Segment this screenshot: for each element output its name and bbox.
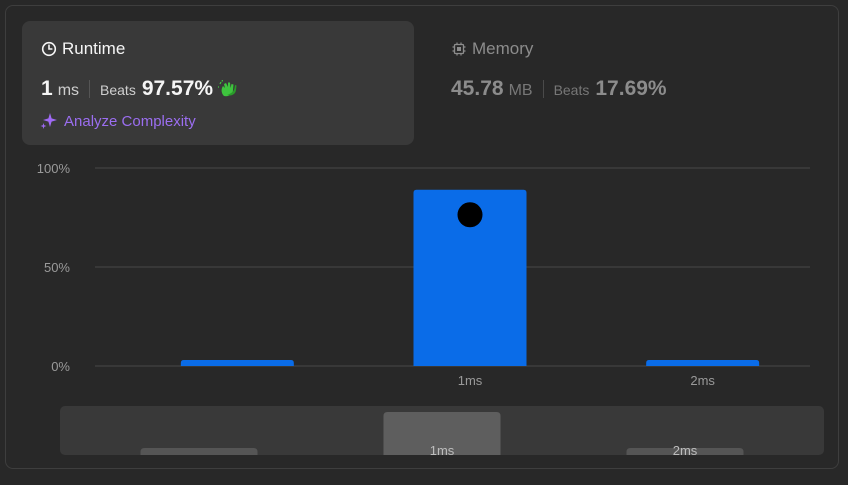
- overview-label: 2ms: [673, 443, 698, 458]
- chart-bar-2ms[interactable]: [646, 360, 760, 366]
- your-submission-marker: [455, 200, 485, 230]
- runtime-distribution-chart: 0% 50% 100% 1ms 2ms 1ms 2ms: [37, 161, 824, 460]
- y-tick-label: 0%: [51, 359, 70, 374]
- chart-bar[interactable]: [180, 360, 294, 366]
- x-tick-label: 2ms: [690, 373, 715, 388]
- overview-label: 1ms: [430, 443, 455, 458]
- overview-bar[interactable]: [140, 448, 258, 460]
- y-tick-label: 100%: [37, 161, 71, 176]
- y-tick-label: 50%: [44, 260, 70, 275]
- x-tick-label: 1ms: [458, 373, 483, 388]
